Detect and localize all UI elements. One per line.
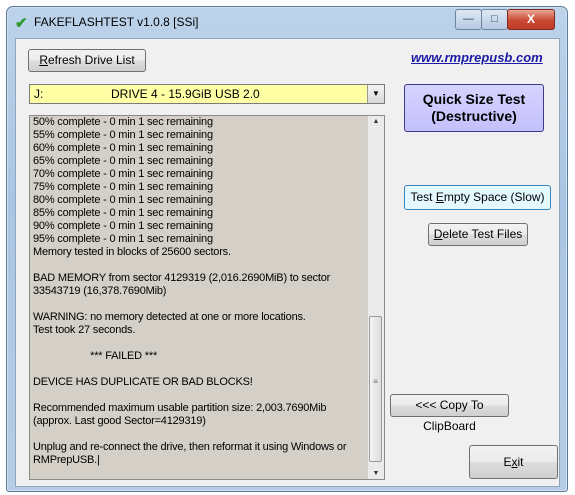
client-area: Refresh Drive List www.rmprepusb.com J: … xyxy=(15,38,560,487)
website-link[interactable]: www.rmprepusb.com xyxy=(411,50,543,65)
quick-size-test-button[interactable]: Quick Size Test (Destructive) xyxy=(404,84,544,132)
log-scrollbar[interactable]: ▲ ≡ ▼ xyxy=(367,116,384,479)
scroll-up-arrow-icon[interactable]: ▲ xyxy=(368,118,384,125)
drive-letter: J: xyxy=(34,87,44,101)
title-bar[interactable]: ✔ FAKEFLASHTEST v1.0.8 [SSi] — □ X xyxy=(7,7,567,37)
close-button[interactable]: X xyxy=(507,9,555,30)
drive-select[interactable]: J: DRIVE 4 - 15.9GiB USB 2.0 ▼ xyxy=(29,84,385,104)
quick-test-label-line2: (Destructive) xyxy=(431,108,517,124)
maximize-button[interactable]: □ xyxy=(481,9,508,30)
log-textarea[interactable]: 50% complete - 0 min 1 sec remaining 55%… xyxy=(29,115,385,480)
delete-test-files-button[interactable]: Delete Test Files xyxy=(428,223,528,246)
grip-icon: ≡ xyxy=(373,377,378,386)
refresh-drive-list-button[interactable]: Refresh Drive List xyxy=(28,49,146,72)
app-window: ✔ FAKEFLASHTEST v1.0.8 [SSi] — □ X Refre… xyxy=(6,6,568,492)
minimize-button[interactable]: — xyxy=(455,9,482,30)
quick-test-label-line1: Quick Size Test xyxy=(422,91,526,107)
log-text: 50% complete - 0 min 1 sec remaining 55%… xyxy=(33,116,347,466)
test-empty-space-button[interactable]: Test Empty Space (Slow) xyxy=(404,185,551,210)
checkmark-app-icon: ✔ xyxy=(15,15,28,32)
copy-to-clipboard-button[interactable]: <<< Copy To ClipBoard xyxy=(390,394,509,433)
dropdown-arrow-icon[interactable]: ▼ xyxy=(367,85,384,103)
window-title: FAKEFLASHTEST v1.0.8 [SSi] xyxy=(34,15,199,29)
drive-name: DRIVE 4 - 15.9GiB USB 2.0 xyxy=(111,87,260,101)
scroll-thumb[interactable]: ≡ xyxy=(369,316,382,462)
scroll-down-arrow-icon[interactable]: ▼ xyxy=(368,470,384,477)
exit-button[interactable]: Exit xyxy=(469,445,558,479)
